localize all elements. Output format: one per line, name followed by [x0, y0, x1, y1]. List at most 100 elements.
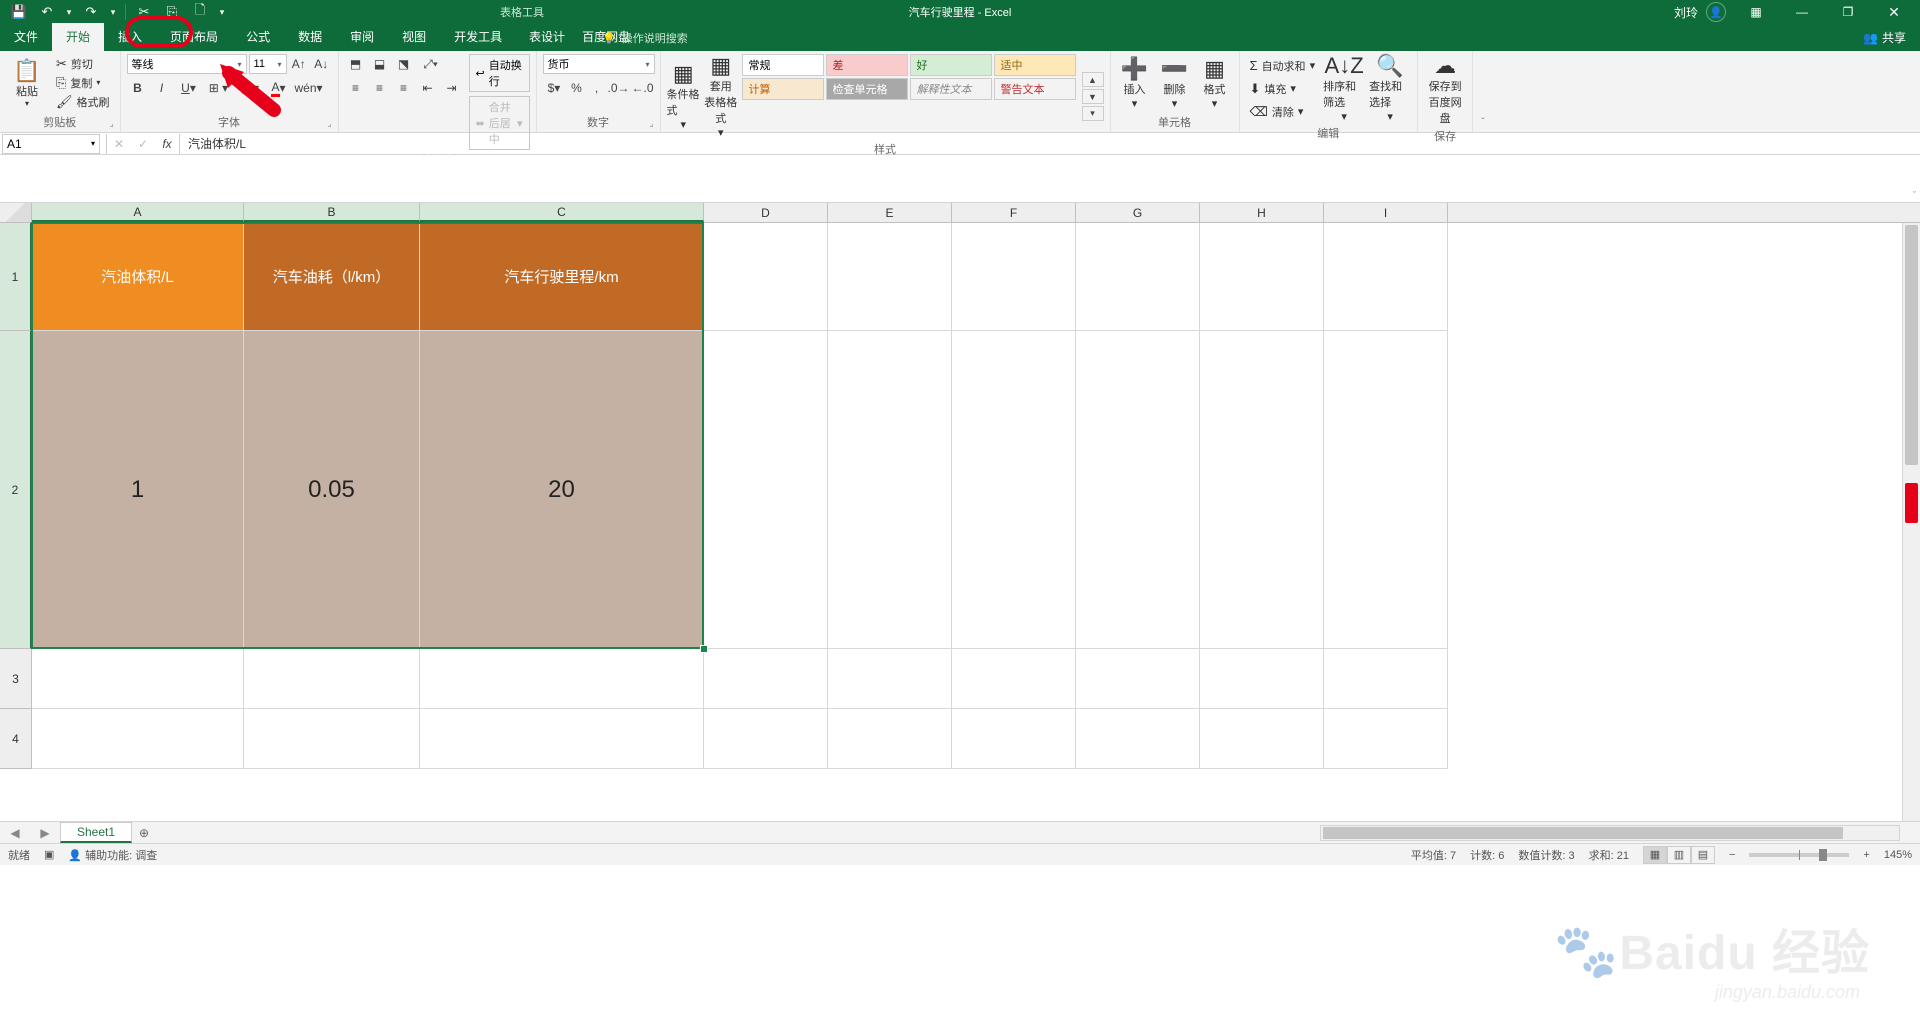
- delete-cells-button[interactable]: ➖删除▾: [1157, 54, 1193, 112]
- italic-button[interactable]: I: [151, 78, 173, 98]
- increase-decimal-icon[interactable]: .0→: [608, 78, 630, 98]
- enter-formula-icon[interactable]: ✓: [131, 134, 155, 154]
- add-sheet-button[interactable]: ⊕: [132, 826, 156, 840]
- select-all-corner[interactable]: [0, 203, 32, 222]
- cell-A3[interactable]: [32, 649, 244, 709]
- style-check[interactable]: 检查单元格: [826, 78, 908, 100]
- sheet-prev-icon[interactable]: ◀: [10, 826, 19, 840]
- row-header-2[interactable]: 2: [0, 331, 32, 649]
- cell-I2[interactable]: [1324, 331, 1448, 649]
- cell-C3[interactable]: [420, 649, 704, 709]
- undo-dropdown[interactable]: ▾: [62, 2, 76, 22]
- redo-icon[interactable]: ↷: [78, 2, 104, 22]
- cell-I3[interactable]: [1324, 649, 1448, 709]
- status-accessibility[interactable]: 👤 辅助功能: 调查: [68, 847, 157, 863]
- orientation-icon[interactable]: ⤢▾: [417, 54, 445, 74]
- view-page-layout-icon[interactable]: ▥: [1667, 846, 1691, 864]
- bold-button[interactable]: B: [127, 78, 149, 98]
- cell-B2[interactable]: 0.05: [244, 331, 420, 649]
- col-header-H[interactable]: H: [1200, 203, 1324, 222]
- wrap-text-button[interactable]: ↩自动换行: [469, 54, 530, 92]
- cell-F3[interactable]: [952, 649, 1076, 709]
- cell-C1[interactable]: 汽车行驶里程/km: [420, 223, 704, 331]
- tab-review[interactable]: 审阅: [336, 23, 388, 51]
- tell-me-search[interactable]: 💡操作说明搜索: [602, 30, 688, 51]
- number-format-combo[interactable]: 货币▾: [543, 54, 655, 74]
- cell-A4[interactable]: [32, 709, 244, 769]
- gallery-down-icon[interactable]: ▼: [1082, 89, 1104, 104]
- cell-F1[interactable]: [952, 223, 1076, 331]
- align-middle-icon[interactable]: ⬓: [369, 54, 391, 74]
- tab-file[interactable]: 文件: [0, 23, 52, 51]
- record-macro-icon[interactable]: ▣: [44, 848, 54, 861]
- col-header-F[interactable]: F: [952, 203, 1076, 222]
- dialog-launcher-icon[interactable]: ⟓: [649, 119, 653, 130]
- close-icon[interactable]: ✕: [1872, 0, 1916, 24]
- align-bottom-icon[interactable]: ⬔: [393, 54, 415, 74]
- cell-E1[interactable]: [828, 223, 952, 331]
- format-as-table-button[interactable]: ▦套用 表格格式▾: [704, 54, 738, 139]
- col-header-D[interactable]: D: [704, 203, 828, 222]
- new-icon[interactable]: 🗋: [187, 2, 213, 22]
- cell-E2[interactable]: [828, 331, 952, 649]
- dialog-launcher-icon[interactable]: ⟓: [109, 119, 113, 130]
- cell-C2[interactable]: 20: [420, 331, 704, 649]
- cell-A2[interactable]: 1: [32, 331, 244, 649]
- zoom-slider[interactable]: [1749, 853, 1849, 857]
- gallery-up-icon[interactable]: ▲: [1082, 72, 1104, 87]
- qat-customize[interactable]: ▾: [215, 2, 229, 22]
- cell-H2[interactable]: [1200, 331, 1324, 649]
- ribbon-options-icon[interactable]: ▦: [1734, 0, 1778, 24]
- style-neutral[interactable]: 适中: [994, 54, 1076, 76]
- row-header-1[interactable]: 1: [0, 223, 32, 331]
- cell-G3[interactable]: [1076, 649, 1200, 709]
- paste-button[interactable]: 📋粘贴▾: [6, 54, 48, 112]
- style-normal[interactable]: 常规: [742, 54, 824, 76]
- tab-home[interactable]: 开始: [52, 23, 104, 51]
- collapse-ribbon-icon[interactable]: ˇ: [1473, 51, 1493, 132]
- cell-B4[interactable]: [244, 709, 420, 769]
- tab-table-design[interactable]: 表设计: [515, 23, 579, 51]
- vertical-thumb[interactable]: [1905, 225, 1918, 465]
- save-icon[interactable]: 💾: [6, 2, 32, 22]
- increase-font-icon[interactable]: A↑: [289, 54, 310, 74]
- cell-H3[interactable]: [1200, 649, 1324, 709]
- user-avatar-icon[interactable]: 👤: [1706, 2, 1726, 22]
- zoom-in-icon[interactable]: +: [1863, 849, 1869, 861]
- cell-E3[interactable]: [828, 649, 952, 709]
- sort-filter-button[interactable]: A↓Z排序和筛选▾: [1323, 54, 1365, 123]
- row-header-4[interactable]: 4: [0, 709, 32, 769]
- decrease-font-icon[interactable]: A↓: [311, 54, 332, 74]
- style-good[interactable]: 好: [910, 54, 992, 76]
- align-top-icon[interactable]: ⬒: [345, 54, 367, 74]
- cell-D2[interactable]: [704, 331, 828, 649]
- gallery-more-icon[interactable]: ▾: [1082, 106, 1104, 121]
- cell-H4[interactable]: [1200, 709, 1324, 769]
- cell-B1[interactable]: 汽车油耗（l/km）: [244, 223, 420, 331]
- cell-C4[interactable]: [420, 709, 704, 769]
- save-baidu-button[interactable]: ☁保存到 百度网盘: [1424, 54, 1466, 126]
- align-left-icon[interactable]: ≡: [345, 78, 367, 98]
- sheet-nav[interactable]: ◀▶: [0, 826, 60, 840]
- cell-I4[interactable]: [1324, 709, 1448, 769]
- tab-developer[interactable]: 开发工具: [440, 23, 516, 51]
- accounting-format-icon[interactable]: $▾: [543, 78, 566, 98]
- cell-E4[interactable]: [828, 709, 952, 769]
- conditional-format-button[interactable]: ▦条件格式▾: [667, 54, 701, 139]
- formula-collapse-icon[interactable]: ˇ: [1913, 190, 1916, 200]
- col-header-G[interactable]: G: [1076, 203, 1200, 222]
- horizontal-scrollbar[interactable]: [1320, 825, 1900, 841]
- fx-icon[interactable]: fx: [155, 134, 179, 154]
- spreadsheet-grid[interactable]: A B C D E F G H I 1 2 3 4 汽油体积/L 汽车油耗（l/…: [0, 203, 1920, 821]
- align-center-icon[interactable]: ≡: [369, 78, 391, 98]
- tab-view[interactable]: 视图: [388, 23, 440, 51]
- find-select-button[interactable]: 🔍查找和选择▾: [1369, 54, 1411, 123]
- maximize-icon[interactable]: ❐: [1826, 0, 1870, 24]
- cell-D4[interactable]: [704, 709, 828, 769]
- phonetic-button[interactable]: wén▾: [295, 78, 323, 98]
- indent-decrease-icon[interactable]: ⇤: [417, 78, 439, 98]
- col-header-E[interactable]: E: [828, 203, 952, 222]
- view-normal-icon[interactable]: ▦: [1643, 846, 1667, 864]
- undo-icon[interactable]: ↶: [34, 2, 60, 22]
- col-header-A[interactable]: A: [32, 203, 244, 222]
